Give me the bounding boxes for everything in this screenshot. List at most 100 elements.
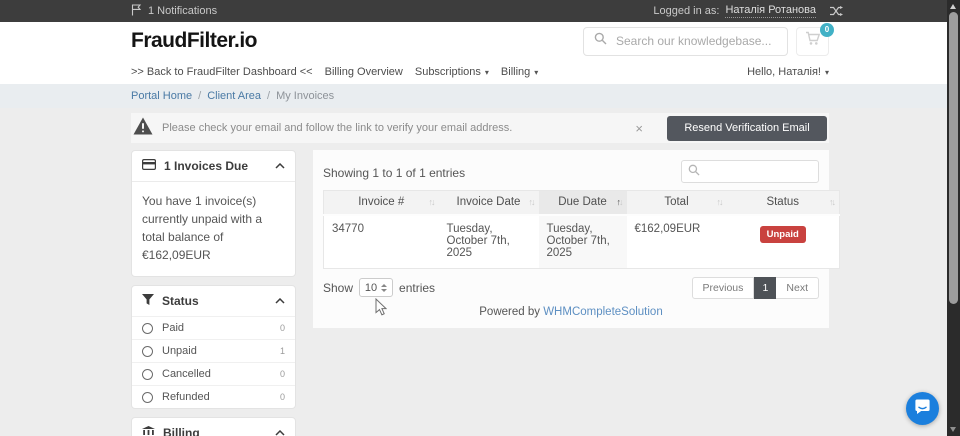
total-cell: €162,09EUR [627, 215, 727, 269]
window-scrollbar[interactable] [947, 0, 960, 436]
breadcrumb-my-invoices: My Invoices [276, 90, 334, 102]
showing-entries-text: Showing 1 to 1 of 1 entries [323, 160, 465, 180]
alert-message: Please check your email and follow the l… [162, 122, 512, 134]
status-filter-cancelled[interactable]: Cancelled 0 [132, 362, 295, 385]
scrollbar-thumb[interactable] [949, 12, 958, 304]
column-header-total[interactable]: Total ↑↓ [627, 191, 727, 215]
notifications-link[interactable]: 1 Notifications [131, 4, 217, 19]
due-date-cell: Tuesday, October 7th, 2025 [539, 215, 627, 269]
pagination-previous-button[interactable]: Previous [692, 277, 755, 299]
entries-label: entries [399, 281, 435, 295]
status-label: Refunded [162, 391, 210, 403]
logged-in-user-link[interactable]: Наталія Ротанова [725, 4, 816, 18]
chevron-down-icon: ▾ [534, 68, 538, 77]
topbar: 1 Notifications Logged in as: Наталія Ро… [0, 0, 960, 22]
status-filter-unpaid[interactable]: Unpaid 1 [132, 339, 295, 362]
logged-in-label: Logged in as: [653, 5, 719, 17]
radio-icon [142, 369, 153, 380]
invoices-table: Invoice # ↑↓ Invoice Date ↑↓ Due Date ↑↓ [323, 190, 840, 269]
search-icon [594, 32, 607, 50]
chevron-up-icon [275, 298, 285, 304]
account-greeting: Hello, Наталія! [747, 66, 821, 78]
powered-by-label: Powered by [479, 306, 540, 318]
invoice-number-cell[interactable]: 34770 [324, 215, 439, 269]
search-icon [688, 163, 700, 181]
nav-billing[interactable]: Billing ▾ [501, 66, 538, 78]
account-menu[interactable]: Hello, Наталія! ▾ [747, 66, 829, 78]
invoices-due-panel: 1 Invoices Due You have 1 invoice(s) cur… [131, 150, 296, 277]
status-filter-refunded[interactable]: Refunded 0 [132, 385, 295, 408]
bank-icon [142, 426, 155, 436]
email-verification-alert: Please check your email and follow the l… [131, 113, 829, 143]
breadcrumb-portal-home[interactable]: Portal Home [131, 90, 192, 102]
invoices-due-title: 1 Invoices Due [164, 159, 248, 173]
cart-count-badge: 0 [820, 23, 834, 37]
chevron-up-icon [275, 430, 285, 436]
status-label: Paid [162, 322, 184, 334]
pagination-next-button[interactable]: Next [776, 277, 819, 299]
shuffle-icon[interactable] [830, 6, 843, 16]
whmcompletesolution-link[interactable]: WHMCompleteSolution [543, 306, 663, 318]
breadcrumb-bar: Portal Home / Client Area / My Invoices [0, 84, 960, 108]
status-filter-paid[interactable]: Paid 0 [132, 316, 295, 339]
breadcrumb-client-area[interactable]: Client Area [207, 90, 261, 102]
sort-icon: ↑↓ [717, 197, 722, 207]
breadcrumb-separator: / [267, 90, 270, 102]
chevron-down-icon: ▾ [485, 68, 489, 77]
status-filter-title: Status [162, 294, 199, 308]
nav-subscriptions[interactable]: Subscriptions ▾ [415, 66, 489, 78]
billing-panel-header[interactable]: Billing [132, 418, 295, 436]
status-count: 0 [280, 369, 285, 379]
scroll-down-arrow-icon[interactable] [950, 427, 956, 432]
invoices-due-text: You have 1 invoice(s) currently unpaid w… [132, 181, 295, 276]
invoice-date-cell: Tuesday, October 7th, 2025 [439, 215, 539, 269]
status-label: Unpaid [162, 345, 197, 357]
invoice-row[interactable]: 34770 Tuesday, October 7th, 2025 Tuesday… [324, 215, 840, 269]
page-size-select[interactable]: 10 [359, 278, 393, 297]
radio-icon [142, 346, 153, 357]
column-header-invoice-number[interactable]: Invoice # ↑↓ [324, 191, 439, 215]
column-header-due-date[interactable]: Due Date ↑↓ [539, 191, 627, 215]
scroll-up-arrow-icon[interactable] [950, 4, 956, 9]
status-count: 0 [280, 392, 285, 402]
invoices-due-header[interactable]: 1 Invoices Due [132, 151, 295, 181]
status-filter-panel: Status Paid 0 Unpaid 1 [131, 285, 296, 409]
status-cell: Unpaid [727, 215, 840, 269]
column-header-status[interactable]: Status ↑↓ [727, 191, 840, 215]
page-size-value: 10 [365, 282, 377, 294]
breadcrumb-separator: / [198, 90, 201, 102]
nav-back-to-dashboard[interactable]: >> Back to FraudFilter Dashboard << [131, 66, 313, 78]
sidebar: 1 Invoices Due You have 1 invoice(s) cur… [131, 150, 296, 436]
site-logo[interactable]: FraudFilter.io [131, 29, 257, 53]
chat-icon [914, 398, 931, 420]
powered-by-footer: Powered by WHMCompleteSolution [323, 306, 819, 318]
table-search[interactable] [681, 160, 819, 183]
chevron-up-icon [275, 163, 285, 169]
cart-button[interactable]: 0 [796, 27, 829, 56]
status-count: 1 [280, 346, 285, 356]
notifications-label: 1 Notifications [148, 5, 217, 17]
select-arrows-icon [381, 284, 387, 292]
main-nav: >> Back to FraudFilter Dashboard << Bill… [0, 60, 960, 84]
billing-panel-title: Billing [163, 426, 200, 436]
chat-launcher-button[interactable] [906, 392, 939, 425]
filter-icon [142, 294, 154, 308]
nav-billing-overview[interactable]: Billing Overview [325, 66, 403, 78]
nav-subscriptions-label: Subscriptions [415, 66, 481, 78]
pagination-page-1-button[interactable]: 1 [754, 277, 776, 299]
table-search-input[interactable] [705, 166, 805, 178]
status-filter-header[interactable]: Status [132, 286, 295, 316]
column-header-invoice-date[interactable]: Invoice Date ↑↓ [439, 191, 539, 215]
flag-icon [131, 4, 142, 19]
site-header: FraudFilter.io 0 [0, 22, 960, 60]
billing-panel: Billing My Invoices [131, 417, 296, 436]
cart-icon [805, 31, 821, 51]
sort-icon: ↑↓ [829, 197, 834, 207]
sort-icon: ↑↓ [529, 197, 534, 207]
sort-icon: ↑↓ [429, 197, 434, 207]
knowledgebase-search[interactable] [583, 27, 788, 56]
resend-verification-button[interactable]: Resend Verification Email [667, 116, 827, 141]
browser-viewport: 1 Notifications Logged in as: Наталія Ро… [0, 0, 960, 436]
close-icon[interactable]: × [635, 121, 643, 136]
knowledgebase-search-input[interactable] [616, 34, 776, 48]
